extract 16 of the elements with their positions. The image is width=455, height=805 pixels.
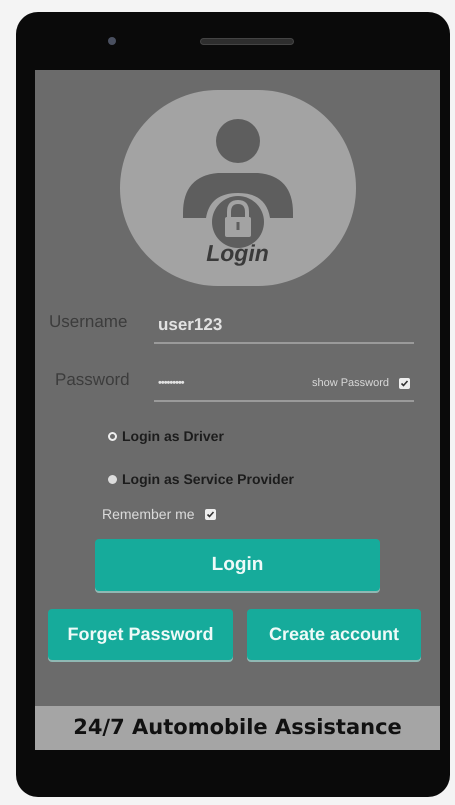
forget-password-button[interactable]: Forget Password bbox=[48, 609, 233, 660]
remember-me-label: Remember me bbox=[102, 505, 195, 524]
checkbox[interactable] bbox=[399, 378, 410, 388]
footer-banner: 24/7 Automobile Assistance bbox=[35, 706, 440, 750]
checkbox[interactable] bbox=[204, 509, 216, 520]
password-field[interactable]: ••••••••• show Password bbox=[154, 366, 414, 402]
create-account-button[interactable]: Create account bbox=[247, 609, 421, 660]
role-radio-option[interactable]: Login as Driver bbox=[108, 426, 224, 447]
radio-icon bbox=[108, 432, 117, 441]
login-caption: Login bbox=[206, 242, 269, 265]
role-radio-option[interactable]: Login as Service Provider bbox=[108, 469, 294, 490]
username-field[interactable]: user123 bbox=[154, 308, 414, 344]
camera-icon bbox=[108, 37, 116, 45]
login-button[interactable]: Login bbox=[95, 539, 380, 591]
show-password-label: show Password bbox=[312, 376, 389, 391]
radio-icon bbox=[108, 475, 117, 484]
